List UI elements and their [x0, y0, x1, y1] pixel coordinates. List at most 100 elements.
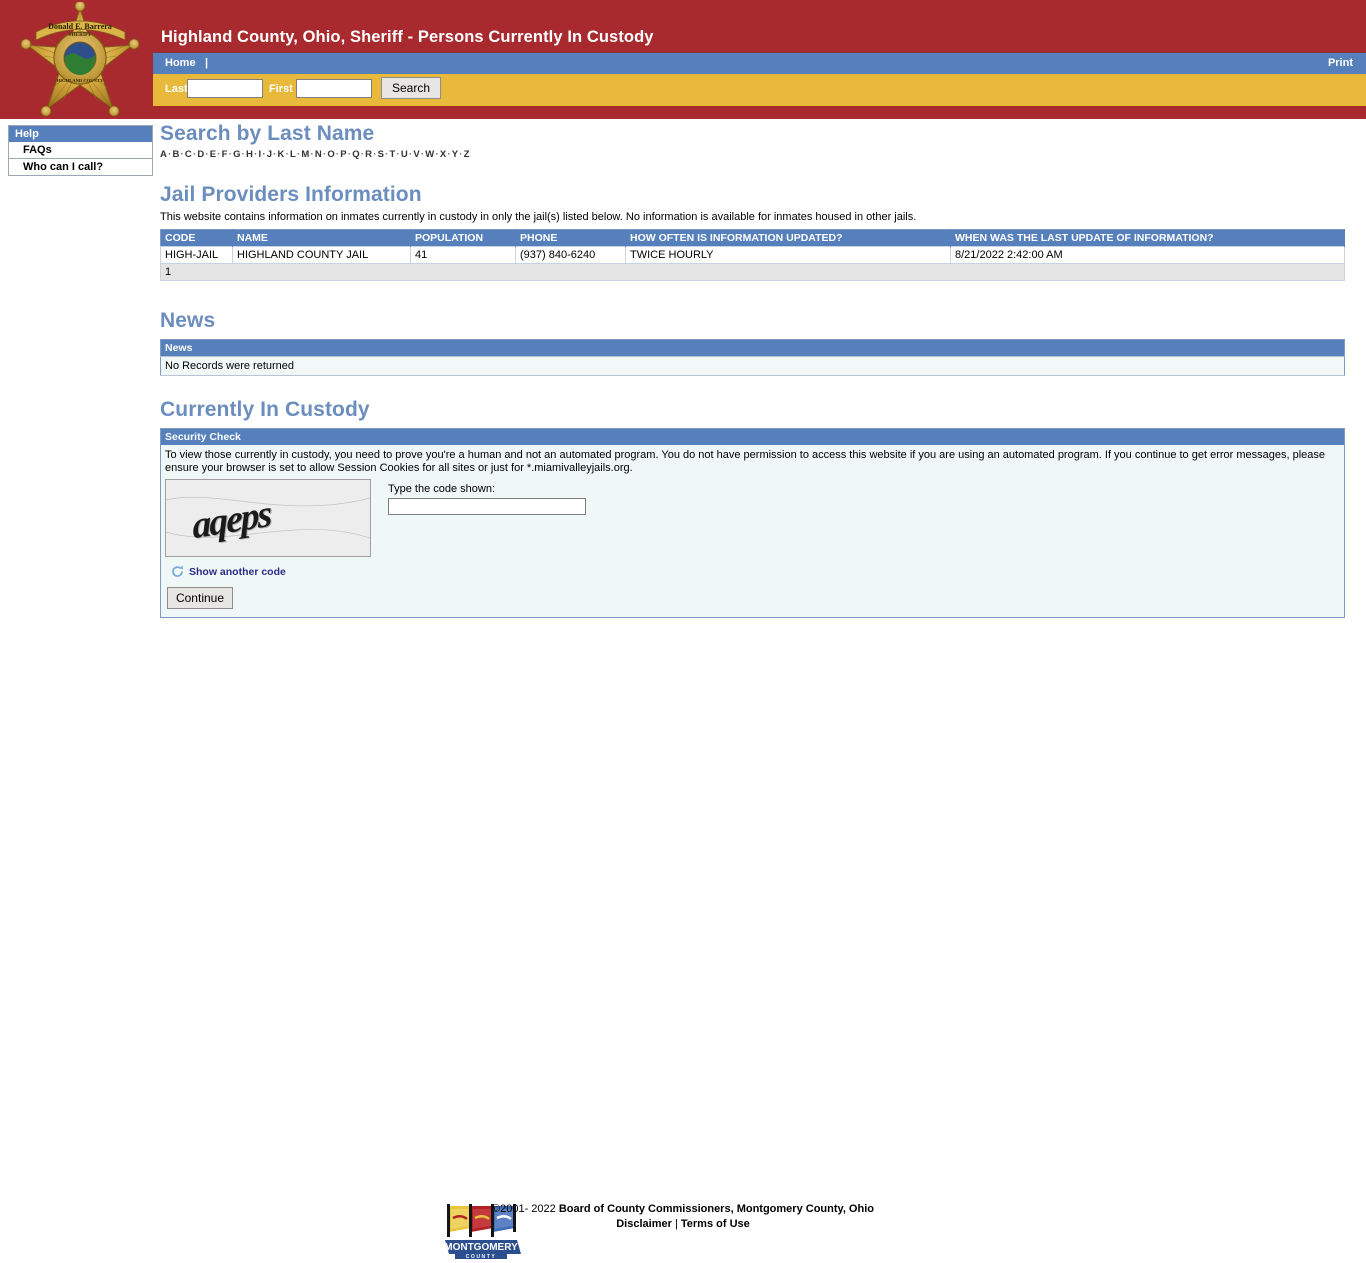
alphabet-separator: ·: [229, 149, 232, 160]
table-header-row: CODE NAME POPULATION PHONE HOW OFTEN IS …: [161, 230, 1345, 247]
alphabet-separator: ·: [421, 149, 424, 160]
news-empty-row: No Records were returned: [161, 357, 1345, 376]
disclaimer-link[interactable]: Disclaimer: [616, 1218, 672, 1230]
currently-in-custody-heading: Currently In Custody: [160, 398, 1345, 422]
alphabet-separator: ·: [311, 149, 314, 160]
alphabet-separator: ·: [435, 149, 438, 160]
primary-nav: Home | Print: [153, 52, 1366, 74]
jail-providers-heading: Jail Providers Information: [160, 183, 1345, 207]
jail-providers-table: CODE NAME POPULATION PHONE HOW OFTEN IS …: [160, 229, 1345, 281]
alphabet-link-y[interactable]: Y: [452, 149, 459, 160]
alphabet-link-f[interactable]: F: [222, 149, 228, 160]
sidebar-item-who-can-i-call[interactable]: Who can I call?: [8, 159, 153, 176]
cell-update-freq: TWICE HOURLY: [626, 247, 951, 264]
alphabet-separator: ·: [459, 149, 462, 160]
alphabet-link-q[interactable]: Q: [352, 149, 360, 160]
alphabet-separator: ·: [273, 149, 276, 160]
terms-of-use-link[interactable]: Terms of Use: [681, 1218, 750, 1230]
alphabet-link-j[interactable]: J: [267, 149, 272, 160]
sidebar-heading: Help: [8, 125, 153, 142]
alphabet-separator: ·: [205, 149, 208, 160]
news-heading: News: [160, 309, 1345, 333]
alphabet-separator: ·: [193, 149, 196, 160]
jail-providers-description: This website contains information on inm…: [160, 211, 1345, 223]
sidebar-item-faqs[interactable]: FAQs: [8, 142, 153, 159]
search-button[interactable]: Search: [381, 77, 441, 99]
captcha-image: aqeps: [165, 479, 371, 557]
footer-copyright-years: ©2001- 2022: [492, 1203, 556, 1215]
alphabet-separator: ·: [168, 149, 171, 160]
column-last-update: WHEN WAS THE LAST UPDATE OF INFORMATION?: [951, 230, 1345, 247]
footer-copyright-line: ©2001- 2022 Board of County Commissioner…: [0, 1202, 1366, 1217]
alphabet-link-u[interactable]: U: [401, 149, 408, 160]
alphabet-separator: ·: [254, 149, 257, 160]
alphabet-link-p[interactable]: P: [340, 149, 347, 160]
table-pager-row: 1: [161, 264, 1345, 281]
alphabet-separator: ·: [262, 149, 265, 160]
logo-name-text: MONTGOMERY: [444, 1242, 518, 1253]
captcha-input[interactable]: [388, 498, 586, 515]
alphabet-link-n[interactable]: N: [315, 149, 322, 160]
alphabet-separator: ·: [242, 149, 245, 160]
column-code: CODE: [161, 230, 233, 247]
news-header-row: News: [161, 340, 1345, 357]
sheriff-badge-icon: SHERIFF HIGHLAND COUNTY Donald E. Barrer…: [18, 2, 143, 119]
footer-copyright-owner: Board of County Commissioners, Montgomer…: [559, 1203, 874, 1215]
alphabet-link-l[interactable]: L: [290, 149, 296, 160]
sidebar-link-who-can-i-call[interactable]: Who can I call?: [23, 161, 103, 173]
alphabet-link-k[interactable]: K: [278, 149, 285, 160]
first-name-input[interactable]: [296, 79, 372, 98]
column-name: NAME: [233, 230, 411, 247]
alphabet-link-h[interactable]: H: [246, 149, 253, 160]
site-footer: MONTGOMERY COUNTY ©2001- 2022 Board of C…: [0, 598, 1366, 678]
alphabet-separator: ·: [286, 149, 289, 160]
alphabet-index: A·B·C·D·E·F·G·H·I·J·K·L·M·N·O·P·Q·R·S·T·…: [160, 149, 1345, 160]
security-check-header: Security Check: [161, 429, 1344, 445]
nav-link-home[interactable]: Home: [165, 57, 196, 69]
alphabet-separator: ·: [409, 149, 412, 160]
news-empty-message: No Records were returned: [161, 357, 1345, 376]
footer-links: Disclaimer | Terms of Use: [0, 1217, 1366, 1232]
nav-link-print[interactable]: Print: [1328, 57, 1353, 69]
pager-page-number[interactable]: 1: [161, 264, 1345, 281]
alphabet-link-r[interactable]: R: [365, 149, 372, 160]
site-header: SHERIFF HIGHLAND COUNTY Donald E. Barrer…: [0, 0, 1366, 119]
alphabet-link-m[interactable]: M: [301, 149, 309, 160]
refresh-icon: [171, 565, 184, 581]
alphabet-link-b[interactable]: B: [172, 149, 179, 160]
column-population: POPULATION: [411, 230, 516, 247]
alphabet-link-a[interactable]: A: [160, 149, 167, 160]
show-another-code-link[interactable]: Show another code: [189, 566, 286, 578]
alphabet-link-x[interactable]: X: [440, 149, 447, 160]
alphabet-separator: ·: [447, 149, 450, 160]
alphabet-separator: ·: [348, 149, 351, 160]
alphabet-link-e[interactable]: E: [210, 149, 217, 160]
sidebar-link-faqs[interactable]: FAQs: [23, 144, 52, 156]
alphabet-link-g[interactable]: G: [233, 149, 241, 160]
alphabet-link-s[interactable]: S: [378, 149, 385, 160]
alphabet-link-v[interactable]: V: [413, 149, 420, 160]
nav-separator: |: [205, 57, 208, 69]
alphabet-link-z[interactable]: Z: [464, 149, 470, 160]
alphabet-separator: ·: [297, 149, 300, 160]
alphabet-link-d[interactable]: D: [197, 149, 204, 160]
column-update-freq: HOW OFTEN IS INFORMATION UPDATED?: [626, 230, 951, 247]
last-name-input[interactable]: [187, 79, 263, 98]
page-title: Highland County, Ohio, Sheriff - Persons…: [161, 28, 654, 47]
alphabet-separator: ·: [373, 149, 376, 160]
alphabet-link-i[interactable]: I: [258, 149, 261, 160]
alphabet-separator: ·: [181, 149, 184, 160]
cell-phone: (937) 840-6240: [516, 247, 626, 264]
alphabet-separator: ·: [385, 149, 388, 160]
alphabet-link-t[interactable]: T: [390, 149, 396, 160]
first-name-label: First: [269, 83, 293, 95]
alphabet-link-c[interactable]: C: [185, 149, 192, 160]
cell-last-update: 8/21/2022 2:42:00 AM: [951, 247, 1345, 264]
table-row: HIGH-JAIL HIGHLAND COUNTY JAIL 41 (937) …: [161, 247, 1345, 264]
svg-text:HIGHLAND COUNTY: HIGHLAND COUNTY: [57, 78, 104, 83]
alphabet-link-w[interactable]: W: [425, 149, 434, 160]
alphabet-separator: ·: [323, 149, 326, 160]
main-content: Search by Last Name A·B·C·D·E·F·G·H·I·J·…: [160, 122, 1345, 618]
alphabet-link-o[interactable]: O: [327, 149, 335, 160]
footer-link-separator: |: [675, 1218, 678, 1230]
